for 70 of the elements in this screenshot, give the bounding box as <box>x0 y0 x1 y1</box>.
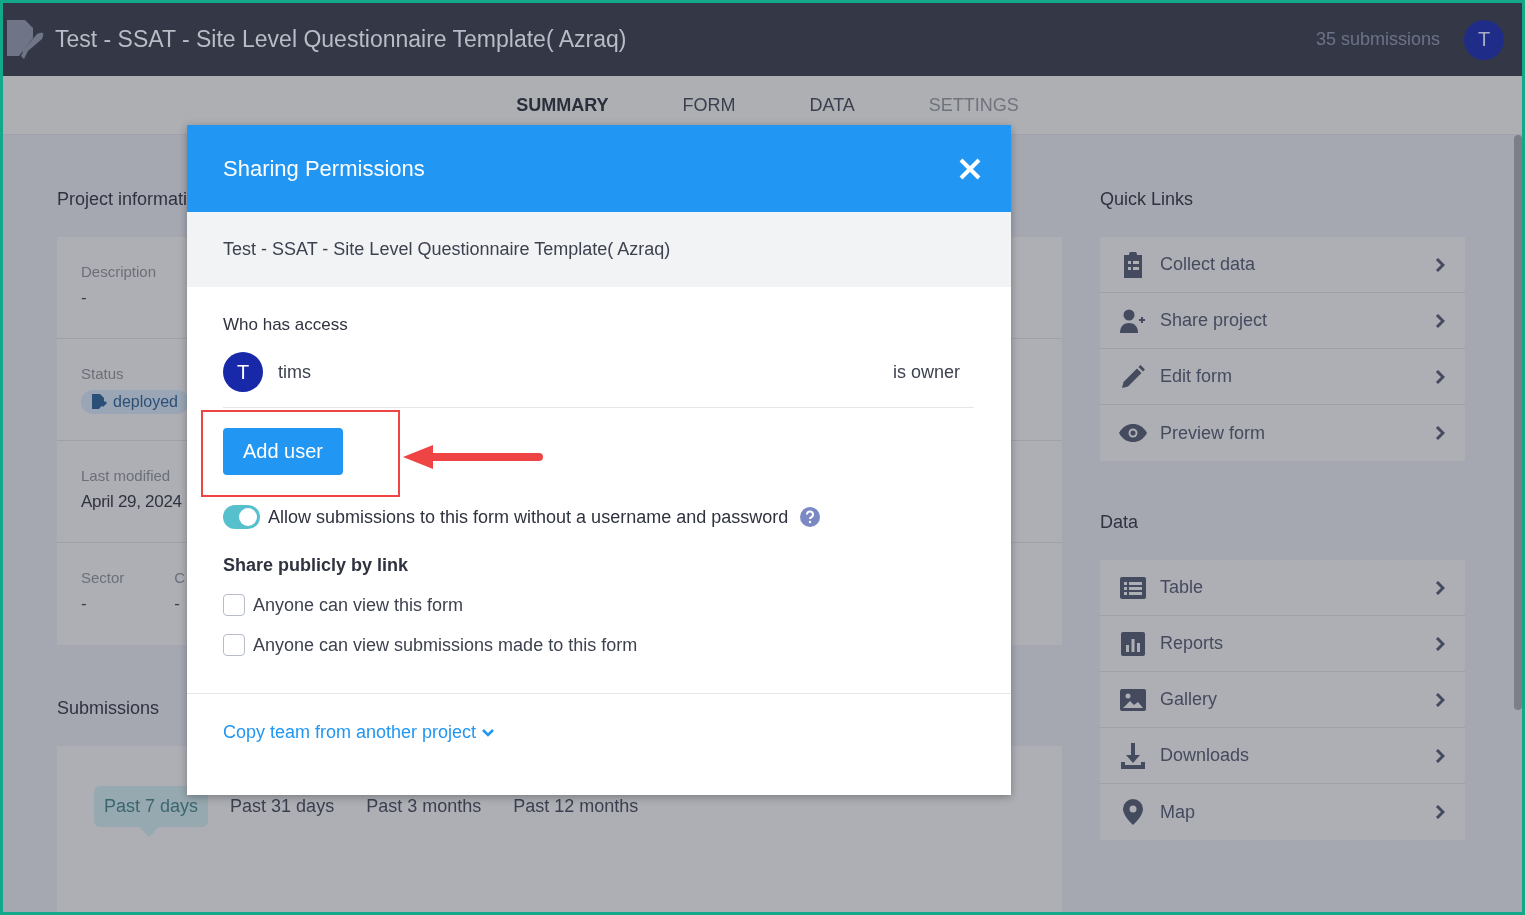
nav-tab[interactable]: SUMMARY <box>516 94 609 116</box>
quick-link[interactable]: Edit form <box>1100 349 1465 405</box>
quick-link[interactable]: Map <box>1100 784 1465 840</box>
map-pin-icon <box>1123 799 1143 825</box>
field-value: - <box>81 288 87 308</box>
period-tab[interactable]: Past 12 months <box>503 786 649 827</box>
submission-count: 35 submissions <box>1315 29 1440 50</box>
add-user-button[interactable]: Add user <box>223 428 343 475</box>
bar-chart-icon <box>1121 631 1145 656</box>
project-title: Test - SSAT - Site Level Questionnaire Template( Azraq) <box>55 26 628 53</box>
chevron-right-icon <box>1435 747 1445 764</box>
dialog-title: Sharing Permissions <box>223 155 426 182</box>
quick-link[interactable]: Table <box>1100 560 1465 616</box>
close-icon[interactable] <box>959 157 981 180</box>
chevron-right-icon <box>1435 425 1445 441</box>
image-icon <box>1120 688 1146 711</box>
chevron-right-icon <box>1435 579 1445 596</box>
checkbox-label: Anyone can view this form <box>253 594 464 616</box>
chevron-right-icon <box>1435 635 1445 652</box>
chevron-right-icon <box>1435 691 1445 708</box>
user-avatar: T <box>223 352 263 392</box>
scrollbar[interactable] <box>1514 135 1522 710</box>
user-avatar[interactable]: T <box>1464 19 1504 60</box>
chevron-down-icon <box>482 728 495 737</box>
field-label: Description <box>81 263 157 280</box>
chevron-right-icon <box>1435 312 1445 329</box>
chevron-right-icon <box>1435 368 1445 385</box>
period-tab[interactable]: Past 31 days <box>220 786 345 827</box>
toggle-switch[interactable] <box>223 505 260 529</box>
nav-tab[interactable]: FORM <box>682 94 736 116</box>
help-icon[interactable] <box>800 507 821 527</box>
period-tab[interactable]: Past 3 months <box>356 786 492 827</box>
list-icon <box>1120 576 1146 599</box>
field-value: April 29, 2024 <box>81 492 182 512</box>
quick-link[interactable]: Collect data <box>1100 237 1465 293</box>
nav-tab[interactable]: DATA <box>809 94 855 116</box>
status-badge: deployed <box>81 390 189 414</box>
user-role: is owner <box>892 361 960 383</box>
toggle-label: Allow submissions to this form without a username and password <box>268 506 789 528</box>
quick-link[interactable]: Downloads <box>1100 728 1465 784</box>
project-name: Test - SSAT - Site Level Questionnaire Template( Azraq) <box>223 239 671 260</box>
field-label: Last modified <box>81 467 171 484</box>
clipboard-icon <box>1122 251 1144 278</box>
period-tab[interactable]: Past 7 days <box>94 786 209 827</box>
pencil-icon <box>1121 364 1145 389</box>
quick-link[interactable]: Share project <box>1100 293 1465 349</box>
checkbox[interactable] <box>223 594 245 616</box>
section-heading: Data <box>1100 512 1139 532</box>
download-icon <box>1121 742 1145 769</box>
quick-link[interactable]: Gallery <box>1100 672 1465 728</box>
quick-link[interactable]: Preview form <box>1100 405 1465 461</box>
public-share-heading: Share publicly by link <box>223 555 409 576</box>
add-user-icon <box>1120 308 1146 333</box>
checkbox[interactable] <box>223 634 245 656</box>
user-name: tims <box>278 361 312 383</box>
field-label: C <box>174 569 186 586</box>
field-value: - <box>81 594 88 614</box>
eye-icon <box>1119 424 1147 442</box>
field-label: Status <box>81 365 124 382</box>
field-value: - <box>174 594 182 614</box>
field-label: Sector <box>81 569 125 586</box>
checkbox-label: Anyone can view submissions made to this form <box>253 634 638 656</box>
chevron-right-icon <box>1435 804 1445 820</box>
section-heading: Project informati <box>57 189 188 209</box>
copy-team-link[interactable]: Copy team from another project <box>223 722 495 743</box>
section-heading: Quick Links <box>1100 189 1194 209</box>
chevron-right-icon <box>1435 256 1445 273</box>
quick-link[interactable]: Reports <box>1100 616 1465 672</box>
section-heading: Submissions <box>57 698 160 718</box>
access-heading: Who has access <box>223 315 348 334</box>
